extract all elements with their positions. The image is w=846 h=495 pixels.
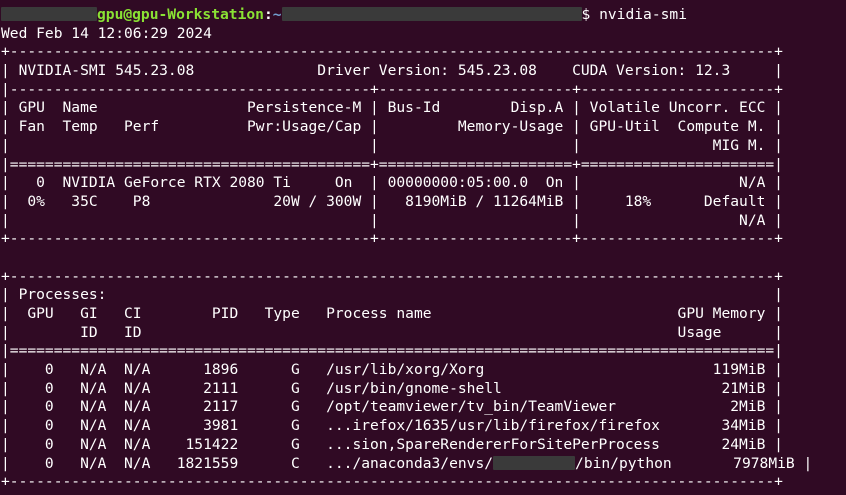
processes-border-top: +---------------------------------------…: [1, 267, 783, 285]
process-row: | 0 N/A N/A 151422 G ...sion,SpareRender…: [1, 435, 783, 453]
border-mid: +---------------------------------------…: [1, 230, 783, 248]
column-header-2: | Fan Temp Perf Pwr:Usage/Cap | Memory-U…: [1, 118, 783, 136]
prompt-line: gpu@gpu-Workstation:~ $ nvidia-smi: [1, 6, 846, 25]
separator: |---------------------------------------…: [1, 80, 783, 98]
gpu-row-2: | 0% 35C P8 20W / 300W | 8190MiB / 11264…: [1, 192, 783, 210]
processes-border-bottom: +---------------------------------------…: [1, 473, 783, 491]
redacted-username: [1, 7, 97, 21]
border-top: +---------------------------------------…: [1, 43, 783, 61]
processes-header-2: | ID ID Usage |: [1, 323, 783, 341]
prompt-separator: :: [263, 6, 273, 23]
gpu-row-3: | | | N/A |: [1, 211, 783, 229]
date-line: Wed Feb 14 12:06:29 2024: [1, 24, 212, 42]
prompt-path: ~: [272, 6, 282, 23]
process-row-prefix: | 0 N/A N/A 1821559 C .../anaconda3/envs…: [1, 454, 494, 472]
column-header-3: | | | MIG M. |: [1, 136, 783, 154]
process-row: | 0 N/A N/A 3981 G ...irefox/1635/usr/li…: [1, 417, 783, 435]
processes-separator: |=======================================…: [1, 342, 783, 360]
prompt-dollar: $: [581, 6, 591, 23]
separator-double: |=======================================…: [1, 155, 783, 173]
process-row-suffix: /bin/python 7978MiB |: [575, 454, 813, 472]
terminal-window[interactable]: gpu@gpu-Workstation:~ $ nvidia-smi Wed Fe…: [0, 0, 846, 495]
process-row: | 0 N/A N/A 1896 G /usr/lib/xorg/Xorg 11…: [1, 361, 783, 379]
gpu-row-1: | 0 NVIDIA GeForce RTX 2080 Ti On | 0000…: [1, 174, 783, 192]
redacted-env-name: [493, 455, 576, 470]
redacted-path: [281, 7, 582, 21]
smi-header: | NVIDIA-SMI 545.23.08 Driver Version: 5…: [1, 62, 783, 80]
prompt-user-host: gpu@gpu-Workstation: [97, 6, 264, 23]
processes-header-1: | GPU GI CI PID Type Process name GPU Me…: [1, 305, 783, 322]
process-row: | 0 N/A N/A 2111 G /usr/bin/gnome-shell …: [1, 379, 783, 397]
command-text: nvidia-smi: [590, 6, 687, 23]
process-row: | 0 N/A N/A 2117 G /opt/teamviewer/tv_bi…: [1, 398, 783, 416]
column-header-1: | GPU Name Persistence-M | Bus-Id Disp.A…: [1, 99, 783, 117]
process-row: | 0 N/A N/A 1821559 C .../anaconda3/envs…: [1, 455, 846, 474]
processes-title: | Processes: |: [1, 286, 783, 304]
